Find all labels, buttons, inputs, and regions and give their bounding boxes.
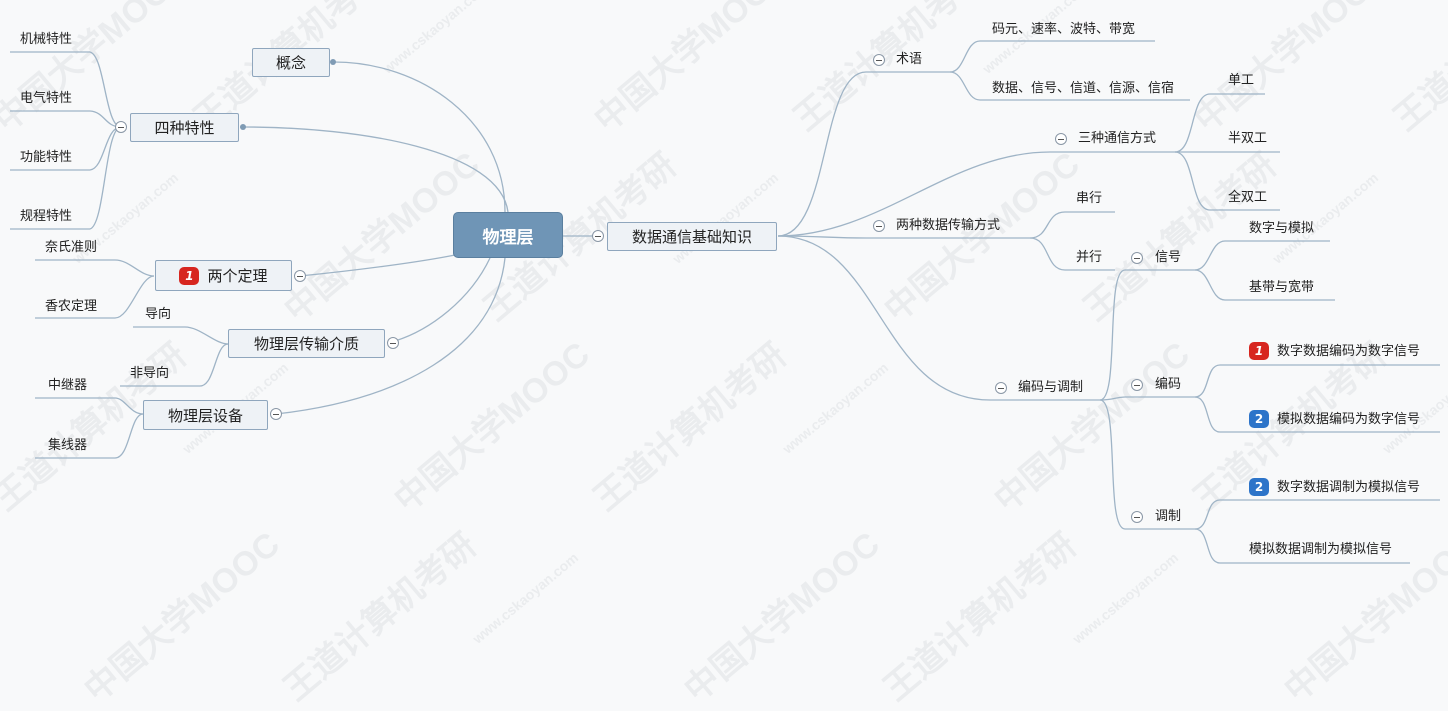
node-signal[interactable]: 信号	[1155, 249, 1181, 267]
leaf-full-duplex[interactable]: 全双工	[1228, 189, 1267, 207]
node-four-properties[interactable]: 四种特性	[130, 113, 239, 142]
leaf-guided[interactable]: 导向	[145, 306, 171, 324]
collapse-toggle-two-theorems[interactable]	[294, 270, 306, 282]
leaf-parallel[interactable]: 并行	[1076, 249, 1102, 267]
node-data-comm-basics[interactable]: 数据通信基础知识	[607, 222, 777, 251]
leaf-terms-1[interactable]: 码元、速率、波特、带宽	[992, 21, 1135, 39]
collapse-toggle-four-properties[interactable]	[115, 121, 127, 133]
priority-2-badge: 2	[1249, 410, 1269, 428]
priority-1-badge: 1	[1249, 342, 1269, 360]
leaf-procedural[interactable]: 规程特性	[20, 208, 72, 226]
collapse-toggle-transmission[interactable]	[873, 220, 885, 232]
collapse-toggle-transmission-media[interactable]	[387, 337, 399, 349]
leaf-encoding-2[interactable]: 2 模拟数据编码为数字信号	[1249, 410, 1420, 429]
collapse-toggle-data-comm[interactable]	[592, 230, 604, 242]
leaf-hub[interactable]: 集线器	[48, 437, 87, 455]
node-comm-modes[interactable]: 三种通信方式	[1078, 130, 1156, 148]
leaf-serial[interactable]: 串行	[1076, 190, 1102, 208]
leaf-terms-2[interactable]: 数据、信号、信道、信源、信宿	[992, 80, 1174, 98]
leaf-encoding-1-text: 数字数据编码为数字信号	[1277, 344, 1421, 359]
leaf-modulation-1[interactable]: 2 数字数据调制为模拟信号	[1249, 478, 1420, 497]
node-transmission-media[interactable]: 物理层传输介质	[228, 329, 385, 358]
leaf-nyquist[interactable]: 奈氏准则	[45, 239, 97, 257]
leaf-mechanical[interactable]: 机械特性	[20, 31, 72, 49]
node-terms[interactable]: 术语	[896, 51, 922, 69]
node-transmission-methods[interactable]: 两种数据传输方式	[896, 217, 1000, 235]
priority-2-badge: 2	[1249, 478, 1269, 496]
leaf-functional[interactable]: 功能特性	[20, 149, 72, 167]
root-node[interactable]: 物理层	[453, 212, 563, 258]
node-concept[interactable]: 概念	[252, 48, 330, 77]
leaf-repeater[interactable]: 中继器	[48, 377, 87, 395]
leaf-encoding-2-text: 模拟数据编码为数字信号	[1277, 412, 1421, 427]
leaf-encoding-1[interactable]: 1 数字数据编码为数字信号	[1249, 342, 1420, 361]
leaf-unguided[interactable]: 非导向	[130, 365, 169, 383]
leaf-baseband-broadband[interactable]: 基带与宽带	[1249, 279, 1314, 297]
collapse-toggle-modulation[interactable]	[1131, 511, 1143, 523]
collapse-toggle-physical-devices[interactable]	[270, 408, 282, 420]
node-two-theorems[interactable]: 1 两个定理	[155, 260, 292, 291]
node-encoding[interactable]: 编码	[1155, 376, 1181, 394]
leaf-digital-analog[interactable]: 数字与模拟	[1249, 220, 1314, 238]
collapse-toggle-comm-modes[interactable]	[1055, 133, 1067, 145]
collapse-toggle-signal[interactable]	[1131, 252, 1143, 264]
connector-dot	[240, 124, 246, 130]
node-modulation[interactable]: 调制	[1155, 508, 1181, 526]
leaf-half-duplex[interactable]: 半双工	[1228, 130, 1267, 148]
priority-1-badge: 1	[179, 266, 200, 285]
mind-map-canvas: 中国大学MOOC 王道计算机考研 www.cskaoyan.com 中国大学MOOC 王…	[0, 0, 1448, 709]
connector-dot	[330, 59, 336, 65]
leaf-modulation-2[interactable]: 模拟数据调制为模拟信号	[1249, 541, 1392, 559]
leaf-electrical[interactable]: 电气特性	[20, 90, 72, 108]
collapse-toggle-coding[interactable]	[995, 382, 1007, 394]
leaf-simplex[interactable]: 单工	[1228, 72, 1254, 90]
connector-lines	[10, 40, 1440, 564]
collapse-toggle-terms[interactable]	[873, 54, 885, 66]
node-two-theorems-label: 两个定理	[207, 267, 268, 285]
collapse-toggle-encoding[interactable]	[1131, 379, 1143, 391]
node-coding-modulation[interactable]: 编码与调制	[1018, 379, 1083, 397]
leaf-modulation-1-text: 数字数据调制为模拟信号	[1277, 480, 1421, 495]
leaf-shannon[interactable]: 香农定理	[45, 298, 97, 316]
node-physical-devices[interactable]: 物理层设备	[143, 400, 268, 430]
